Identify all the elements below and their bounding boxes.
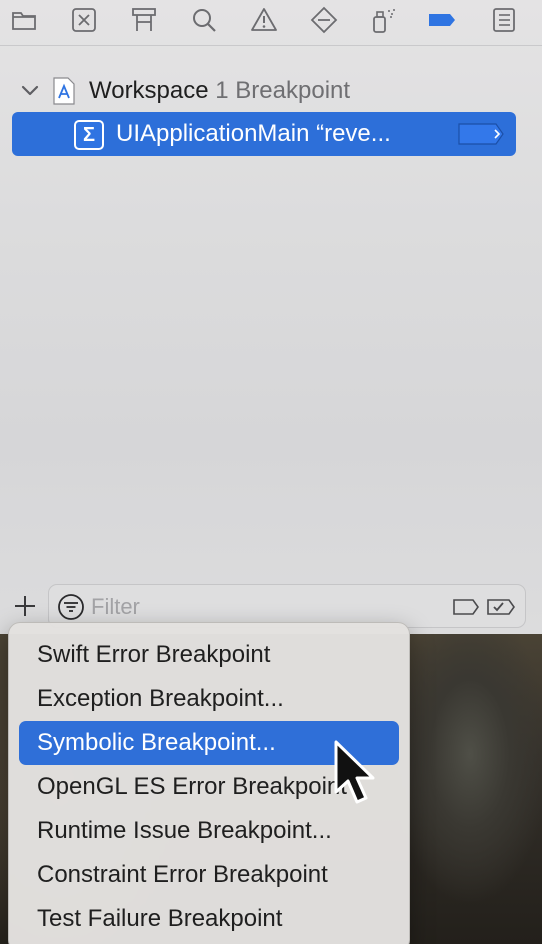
breakpoint-row[interactable]: Σ UIApplicationMain “reve... bbox=[12, 112, 516, 156]
add-breakpoint-button[interactable] bbox=[11, 592, 39, 620]
menu-item-swift-error-breakpoint[interactable]: Swift Error Breakpoint bbox=[19, 633, 399, 677]
search-icon[interactable] bbox=[188, 4, 220, 36]
menu-item-exception-breakpoint[interactable]: Exception Breakpoint... bbox=[19, 677, 399, 721]
navigator-toolbar bbox=[0, 0, 542, 46]
breakpoint-tag-icon[interactable] bbox=[426, 4, 458, 36]
folder-icon[interactable] bbox=[8, 4, 40, 36]
filter-icon[interactable] bbox=[57, 593, 85, 621]
menu-item-test-failure-breakpoint[interactable]: Test Failure Breakpoint bbox=[19, 897, 399, 941]
workspace-label: Workspace 1 Breakpoint bbox=[89, 77, 350, 105]
filter-input[interactable] bbox=[91, 592, 441, 622]
menu-item-runtime-issue-breakpoint[interactable]: Runtime Issue Breakpoint... bbox=[19, 809, 399, 853]
menu-item-constraint-error-breakpoint[interactable]: Constraint Error Breakpoint bbox=[19, 853, 399, 897]
source-control-icon[interactable] bbox=[68, 4, 100, 36]
workspace-name: Workspace bbox=[89, 77, 209, 104]
debug-spray-icon[interactable] bbox=[368, 4, 400, 36]
breakpoint-navigator: Workspace 1 Breakpoint Σ UIApplicationMa… bbox=[0, 0, 542, 634]
symbolic-breakpoint-icon: Σ bbox=[74, 120, 104, 150]
report-list-icon[interactable] bbox=[488, 4, 520, 36]
breakpoint-count: 1 Breakpoint bbox=[215, 77, 351, 104]
enabled-breakpoint-filter-icon[interactable] bbox=[487, 599, 515, 615]
breakpoint-flag-icon[interactable] bbox=[458, 123, 504, 145]
mouse-pointer-icon bbox=[334, 740, 375, 804]
test-diamond-icon[interactable] bbox=[308, 4, 340, 36]
hierarchy-icon[interactable] bbox=[128, 4, 160, 36]
chevron-down-icon[interactable] bbox=[20, 80, 40, 100]
breakpoint-tag-filter-icon[interactable] bbox=[453, 599, 479, 615]
workspace-row[interactable]: Workspace 1 Breakpoint bbox=[12, 68, 516, 112]
plus-icon bbox=[15, 596, 35, 616]
breakpoint-name: UIApplicationMain “reve... bbox=[116, 120, 391, 147]
warning-icon[interactable] bbox=[248, 4, 280, 36]
xcode-project-icon bbox=[53, 77, 75, 105]
